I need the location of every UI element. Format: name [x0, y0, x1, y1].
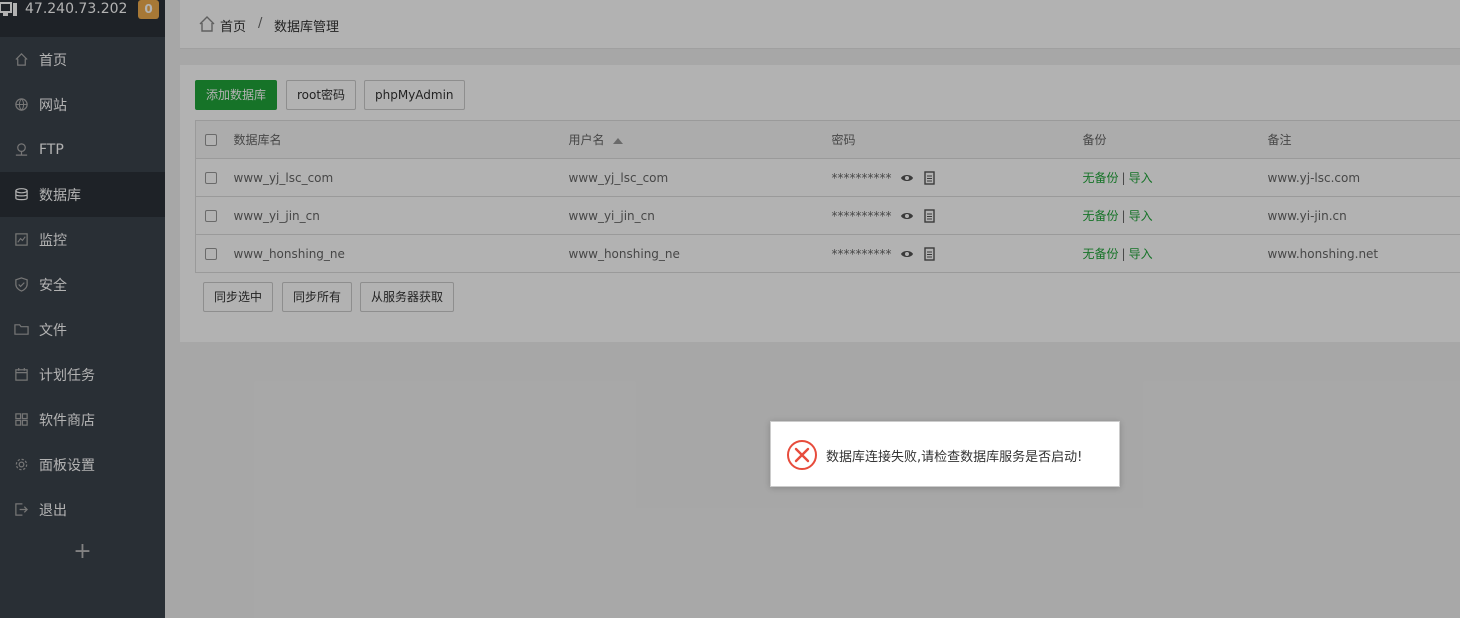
modal-overlay — [0, 0, 1460, 618]
error-message: 数据库连接失败,请检查数据库服务是否启动! — [826, 450, 1083, 465]
error-toast: 数据库连接失败,请检查数据库服务是否启动! — [770, 421, 1120, 487]
error-icon — [787, 440, 817, 470]
